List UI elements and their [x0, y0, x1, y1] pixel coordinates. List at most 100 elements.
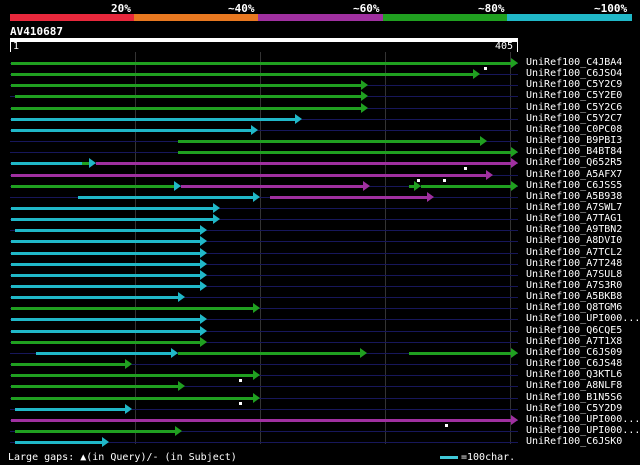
alignment-segment[interactable] — [11, 206, 215, 210]
alignment-arrow-icon — [294, 113, 302, 124]
hit-name-link[interactable]: UniRef100_B1N5S6 — [526, 392, 622, 403]
alignment-arrow-icon — [200, 258, 208, 269]
alignment-arrow-icon — [253, 392, 261, 403]
hit-name-link[interactable]: UniRef100_UPI000... — [526, 414, 640, 425]
hit-name-link[interactable]: UniRef100_C6JS09 — [526, 347, 622, 358]
alignment-segment[interactable] — [11, 117, 297, 121]
hit-name-link[interactable]: UniRef100_UPI000... — [526, 425, 640, 436]
alignment-segment[interactable] — [11, 396, 256, 400]
alignment-segment[interactable] — [421, 184, 513, 188]
hit-row[interactable]: UniRef100_C6JSK0 — [0, 436, 640, 448]
alignment-arrow-icon — [200, 269, 208, 280]
alignment-segment[interactable] — [15, 441, 105, 445]
hit-name-link[interactable]: UniRef100_C6JSO4 — [526, 68, 622, 79]
hit-name-link[interactable]: UniRef100_A7SWL7 — [526, 202, 622, 213]
query-name: AV410687 — [10, 25, 63, 38]
alignment-segment[interactable] — [11, 173, 488, 177]
alignment-arrow-icon — [511, 147, 518, 158]
hit-name-link[interactable]: UniRef100_B4BT84 — [526, 146, 622, 157]
alignment-arrow-icon — [253, 370, 261, 381]
hit-name-link[interactable]: UniRef100_A7S3R0 — [526, 280, 622, 291]
alignment-segment[interactable] — [11, 84, 364, 88]
hit-name-link[interactable]: UniRef100_C4JBA4 — [526, 57, 622, 68]
hit-name-link[interactable]: UniRef100_Q8TGM6 — [526, 302, 622, 313]
alignment-arrow-icon — [414, 180, 422, 191]
alignment-segment[interactable] — [11, 62, 513, 65]
hit-name-link[interactable]: UniRef100_C0PC08 — [526, 124, 622, 135]
alignment-arrow-icon — [511, 58, 518, 68]
alignment-segment[interactable] — [408, 351, 513, 355]
hit-name-link[interactable]: UniRef100_Q652R5 — [526, 157, 622, 168]
alignment-segment[interactable] — [181, 184, 365, 188]
alignment-segment[interactable] — [11, 374, 256, 378]
hit-name-link[interactable]: UniRef100_A5AFX7 — [526, 169, 622, 180]
alignment-segment[interactable] — [11, 340, 203, 344]
alignment-arrow-icon — [200, 236, 208, 247]
alignment-arrow-icon — [511, 180, 518, 191]
query-end-tick — [517, 38, 518, 52]
alignment-segment[interactable] — [11, 73, 476, 77]
alignment-segment[interactable] — [11, 296, 180, 300]
hit-name-link[interactable]: UniRef100_UPI000... — [526, 313, 640, 324]
alignment-segment[interactable] — [15, 95, 364, 99]
alignment-arrow-icon — [253, 191, 261, 202]
hit-name-link[interactable]: UniRef100_C5Y2C7 — [526, 113, 622, 124]
alignment-segment[interactable] — [11, 184, 175, 188]
hit-name-link[interactable]: UniRef100_C6JS48 — [526, 358, 622, 369]
alignment-segment[interactable] — [11, 363, 127, 367]
hit-name-link[interactable]: UniRef100_C5Y2C6 — [526, 102, 622, 113]
query-end-label: 405 — [495, 41, 514, 52]
alignment-segment[interactable] — [11, 262, 203, 266]
hit-name-link[interactable]: UniRef100_A7TCL2 — [526, 247, 622, 258]
alignment-segment[interactable] — [11, 329, 203, 333]
alignment-segment[interactable] — [11, 273, 203, 277]
hit-name-link[interactable]: UniRef100_C6JSS5 — [526, 180, 622, 191]
alignment-segment[interactable] — [11, 385, 180, 389]
alignment-arrow-icon — [200, 247, 208, 258]
alignment-segment[interactable] — [11, 318, 203, 322]
alignment-segment[interactable] — [11, 418, 513, 422]
alignment-segment[interactable] — [178, 140, 482, 144]
hit-name-link[interactable]: UniRef100_A8NLF8 — [526, 380, 622, 391]
alignment-arrow-icon — [200, 314, 208, 325]
alignment-segment[interactable] — [11, 106, 364, 110]
hit-name-link[interactable]: UniRef100_A5B938 — [526, 191, 622, 202]
alignment-segment[interactable] — [15, 407, 127, 411]
hit-name-link[interactable]: UniRef100_A9TBN2 — [526, 224, 622, 235]
alignment-segment[interactable] — [77, 195, 256, 199]
alignment-segment[interactable] — [11, 218, 215, 222]
alignment-segment[interactable] — [11, 285, 203, 288]
alignment-arrow-icon — [175, 425, 183, 436]
alignment-segment[interactable] — [11, 162, 82, 166]
alignment-segment[interactable] — [178, 151, 513, 155]
alignment-arrow-icon — [361, 102, 369, 113]
alignment-arrow-icon — [479, 136, 487, 147]
color-band-20 — [10, 14, 134, 21]
alignment-segment[interactable] — [15, 429, 178, 433]
alignment-arrow-icon — [124, 359, 132, 370]
alignment-arrow-icon — [212, 214, 220, 225]
alignment-segment[interactable] — [11, 251, 203, 255]
hit-name-link[interactable]: UniRef100_Q3KTL6 — [526, 369, 622, 380]
hit-name-link[interactable]: UniRef100_C6JSK0 — [526, 436, 622, 447]
alignment-segment[interactable] — [178, 351, 363, 355]
hit-name-link[interactable]: UniRef100_B9PBI3 — [526, 135, 622, 146]
alignment-segment[interactable] — [11, 240, 203, 244]
hit-name-link[interactable]: UniRef100_C5Y2C9 — [526, 79, 622, 90]
hit-name-link[interactable]: UniRef100_Q6CQE5 — [526, 325, 622, 336]
alignment-segment[interactable] — [11, 128, 253, 132]
hit-name-link[interactable]: UniRef100_A5BKB8 — [526, 291, 622, 302]
alignment-segment[interactable] — [11, 307, 256, 311]
hit-name-link[interactable]: UniRef100_A7SUL8 — [526, 269, 622, 280]
hit-name-link[interactable]: UniRef100_A8DVI0 — [526, 235, 622, 246]
alignment-segment[interactable] — [270, 195, 429, 199]
alignment-segment[interactable] — [95, 162, 513, 166]
hit-name-link[interactable]: UniRef100_C5Y2D9 — [526, 403, 622, 414]
hit-name-link[interactable]: UniRef100_C5Y2E0 — [526, 90, 622, 101]
hit-name-link[interactable]: UniRef100_A7T1X8 — [526, 336, 622, 347]
alignment-segment[interactable] — [15, 229, 203, 233]
alignment-segment[interactable] — [36, 351, 174, 355]
color-band-60 — [258, 14, 383, 21]
hit-name-link[interactable]: UniRef100_A7T248 — [526, 258, 622, 269]
hit-name-link[interactable]: UniRef100_A7TAG1 — [526, 213, 622, 224]
